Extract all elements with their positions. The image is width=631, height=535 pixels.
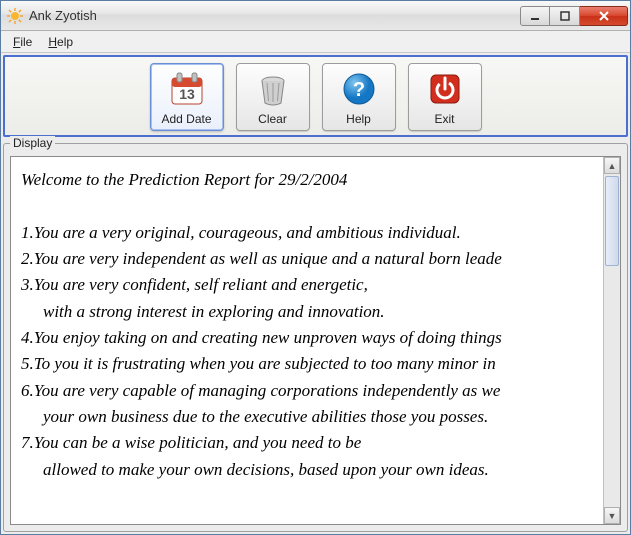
menu-help[interactable]: Help — [40, 33, 81, 51]
scroll-track[interactable] — [604, 174, 620, 507]
report-line: 7.You can be a wise politician, and you … — [21, 430, 597, 456]
help-label: Help — [346, 112, 371, 126]
maximize-button[interactable] — [550, 6, 580, 26]
report-line: 3.You are very confident, self reliant a… — [21, 272, 597, 298]
svg-text:13: 13 — [179, 86, 195, 102]
help-button[interactable]: ? Help — [322, 63, 396, 131]
window-title: Ank Zyotish — [29, 8, 520, 23]
scroll-up-icon[interactable]: ▲ — [604, 157, 620, 174]
report-line: your own business due to the executive a… — [21, 404, 597, 430]
display-group-label: Display — [10, 136, 55, 150]
close-button[interactable] — [580, 6, 628, 26]
report-line: 4.You enjoy taking on and creating new u… — [21, 325, 597, 351]
minimize-button[interactable] — [520, 6, 550, 26]
add-date-label: Add Date — [161, 112, 211, 126]
titlebar: Ank Zyotish — [1, 1, 630, 31]
scroll-thumb[interactable] — [605, 176, 619, 266]
calendar-icon: 13 — [166, 68, 208, 110]
report-line: 2.You are very independent as well as un… — [21, 246, 597, 272]
report-line: allowed to make your own decisions, base… — [21, 457, 597, 483]
app-icon — [7, 8, 23, 24]
report-line: 6.You are very capable of managing corpo… — [21, 378, 597, 404]
app-window: Ank Zyotish File Help — [0, 0, 631, 535]
power-icon — [424, 68, 466, 110]
exit-button[interactable]: Exit — [408, 63, 482, 131]
client-area: 13 Add Date Clear — [1, 53, 630, 534]
vertical-scrollbar[interactable]: ▲ ▼ — [603, 157, 620, 524]
report-line: 5.To you it is frustrating when you are … — [21, 351, 597, 377]
report-line: with a strong interest in exploring and … — [21, 299, 597, 325]
help-icon: ? — [338, 68, 380, 110]
menu-file[interactable]: File — [5, 33, 40, 51]
report-content: Welcome to the Prediction Report for 29/… — [11, 157, 603, 524]
report-textarea[interactable]: Welcome to the Prediction Report for 29/… — [10, 156, 621, 525]
svg-text:?: ? — [352, 79, 364, 101]
window-controls — [520, 6, 628, 26]
display-group: Display Welcome to the Prediction Report… — [3, 143, 628, 532]
scroll-down-icon[interactable]: ▼ — [604, 507, 620, 524]
trash-icon — [252, 68, 294, 110]
menubar: File Help — [1, 31, 630, 53]
toolbar: 13 Add Date Clear — [3, 55, 628, 137]
clear-label: Clear — [258, 112, 287, 126]
report-heading: Welcome to the Prediction Report for 29/… — [21, 167, 597, 193]
exit-label: Exit — [434, 112, 454, 126]
clear-button[interactable]: Clear — [236, 63, 310, 131]
report-line: 1.You are a very original, courageous, a… — [21, 220, 597, 246]
add-date-button[interactable]: 13 Add Date — [150, 63, 224, 131]
